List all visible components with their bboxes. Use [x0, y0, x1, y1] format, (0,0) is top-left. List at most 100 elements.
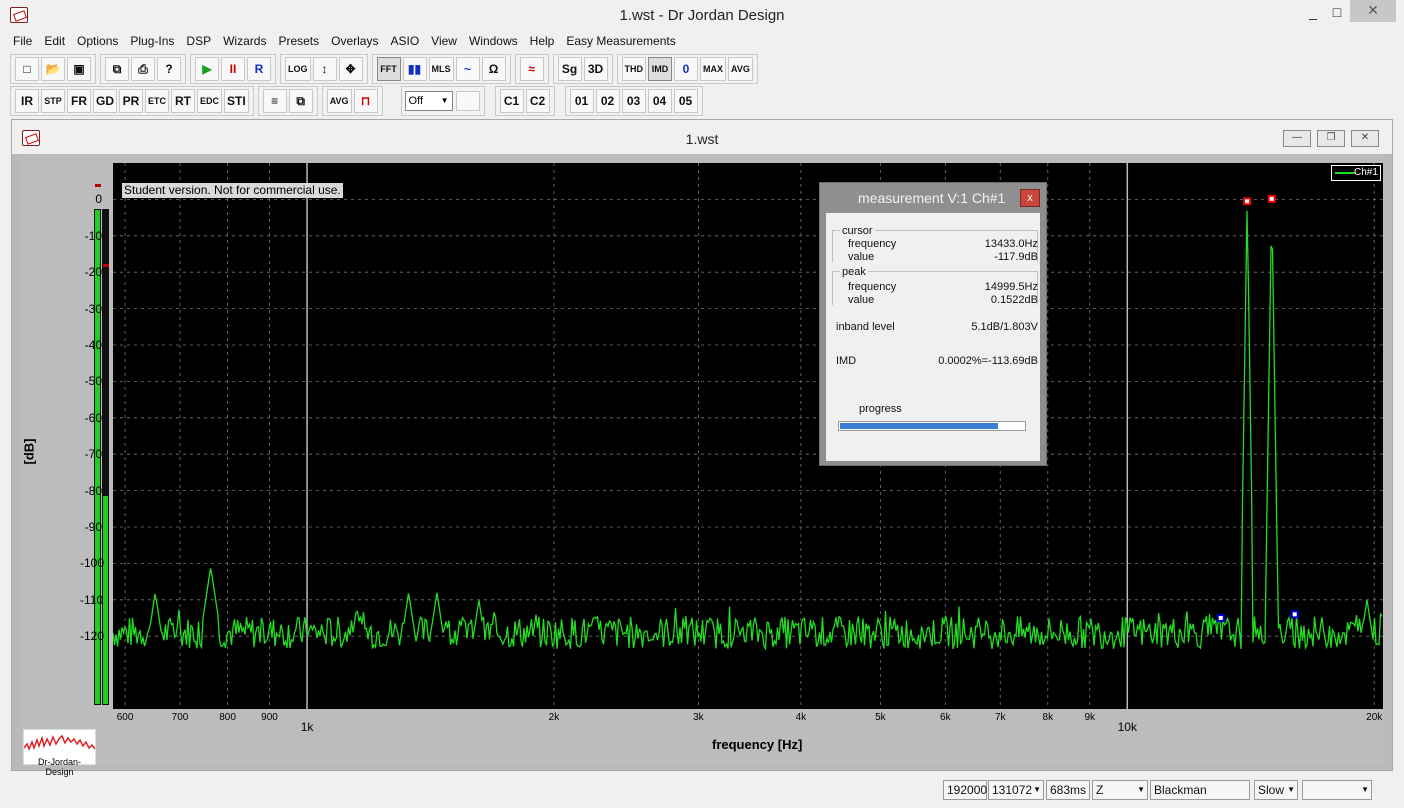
- pulse-icon[interactable]: ⊓: [353, 89, 378, 113]
- document-minimize-button[interactable]: —: [1283, 130, 1311, 147]
- signal-generator-button[interactable]: Sg: [557, 57, 582, 81]
- legend: Ch#1: [1331, 165, 1381, 181]
- cursor-value: -117.9dB: [994, 251, 1038, 263]
- edc-button[interactable]: EDC: [197, 89, 223, 113]
- menu-edit[interactable]: Edit: [38, 32, 71, 52]
- window-title: 1.wst - Dr Jordan Design: [619, 7, 785, 24]
- mode-select[interactable]: Off: [404, 91, 453, 111]
- menu-file[interactable]: File: [7, 32, 38, 52]
- marker-3: [1290, 610, 1299, 619]
- x-tick-label-5: 2k: [548, 712, 560, 723]
- x-tick-label-14: 20k: [1366, 712, 1383, 723]
- weighting-select[interactable]: Z: [1092, 780, 1148, 800]
- menu-wizards[interactable]: Wizards: [217, 32, 272, 52]
- save-icon[interactable]: ▣: [67, 57, 91, 81]
- record-button[interactable]: R: [247, 57, 271, 81]
- logo-wave-icon: [23, 734, 96, 751]
- fr-button[interactable]: FR: [67, 89, 91, 113]
- mls-button[interactable]: MLS: [428, 57, 454, 81]
- dialog-title[interactable]: measurement V:1 Ch#1: [820, 183, 1046, 213]
- overlay-3-button[interactable]: 03: [621, 89, 646, 113]
- overlay-tools: 01 02 03 04 05: [564, 86, 703, 116]
- overlay-5-button[interactable]: 05: [673, 89, 698, 113]
- document-restore-button[interactable]: ❐: [1317, 130, 1345, 147]
- y-tick-label-0: 0: [95, 192, 102, 207]
- channel-1-button[interactable]: C1: [499, 89, 524, 113]
- sample-rate: 192000: [943, 780, 987, 800]
- spectrum-plot[interactable]: Student version. Not for commercial use.…: [112, 163, 1383, 709]
- avg2-button[interactable]: AVG: [326, 89, 352, 113]
- dialog-close-button[interactable]: x: [1020, 189, 1040, 207]
- imd-label: IMD: [836, 355, 857, 367]
- overlay-2-button[interactable]: 02: [595, 89, 620, 113]
- menu-dsp[interactable]: DSP: [180, 32, 217, 52]
- x-tick-label-10: 7k: [994, 712, 1006, 723]
- ir-button[interactable]: IR: [15, 89, 39, 113]
- waveform-icon[interactable]: ~: [455, 57, 480, 81]
- maximize-button[interactable]: □: [1322, 2, 1352, 24]
- peak-hold-indicator: [95, 184, 101, 187]
- avg-button[interactable]: AVG: [728, 57, 753, 81]
- close-button[interactable]: ×: [1350, 0, 1396, 22]
- clipboard-icon[interactable]: ≡: [262, 89, 287, 113]
- menu-windows[interactable]: Windows: [463, 32, 524, 52]
- view-tools: LOG ↕ ✥: [280, 54, 368, 84]
- x-tick-label-3: 900: [261, 712, 278, 723]
- spectrum-bars-icon[interactable]: ▮▮: [402, 57, 427, 81]
- waterfall-icon[interactable]: ≈: [519, 57, 544, 81]
- gd-button[interactable]: GD: [93, 89, 117, 113]
- 3d-button[interactable]: 3D: [583, 57, 608, 81]
- overlay-1-button[interactable]: 01: [569, 89, 594, 113]
- menu-asio[interactable]: ASIO: [384, 32, 425, 52]
- fft-size-select[interactable]: 131072: [988, 780, 1044, 800]
- overlay-4-button[interactable]: 04: [647, 89, 672, 113]
- play-icon[interactable]: ▶: [195, 57, 219, 81]
- extra-select[interactable]: [1302, 780, 1372, 800]
- rt-button[interactable]: RT: [171, 89, 195, 113]
- menu-easy-measurements[interactable]: Easy Measurements: [560, 32, 681, 52]
- response-tools: IR STP FR GD PR ETC RT EDC STI: [10, 86, 254, 116]
- pr-button[interactable]: PR: [119, 89, 143, 113]
- impedance-icon[interactable]: Ω: [481, 57, 506, 81]
- x-tick-label-1: 700: [171, 712, 189, 723]
- spectrum-chart[interactable]: [112, 163, 1383, 709]
- peak-frequency-value: 14999.5Hz: [984, 281, 1038, 293]
- menu-overlays[interactable]: Overlays: [325, 32, 384, 52]
- speed-select[interactable]: Slow: [1254, 780, 1298, 800]
- fft-button[interactable]: FFT: [376, 57, 401, 81]
- imd-value: 0.0002%=-113.69dB: [938, 355, 1038, 367]
- open-folder-icon[interactable]: 📂: [41, 57, 65, 81]
- menu-options[interactable]: Options: [71, 32, 124, 52]
- menu-presets[interactable]: Presets: [272, 32, 325, 52]
- peak-frequency-label: frequency: [848, 281, 897, 293]
- new-file-icon[interactable]: □: [15, 57, 39, 81]
- x-tick-label-4: 1k: [300, 720, 314, 734]
- print-icon[interactable]: ⎙: [131, 57, 155, 81]
- windows-icon[interactable]: ⧉: [288, 89, 313, 113]
- y-tick-label-8: -80: [84, 483, 102, 498]
- marker-2: [1216, 614, 1225, 622]
- menu-plugins[interactable]: Plug-Ins: [124, 32, 180, 52]
- etc-button[interactable]: ETC: [145, 89, 169, 113]
- channel-2-button[interactable]: C2: [525, 89, 550, 113]
- y-tick-label-10: -100: [80, 556, 105, 571]
- inband-level-value: 5.1dB/1.803V: [971, 321, 1038, 333]
- max-button[interactable]: MAX: [700, 57, 726, 81]
- mode-spin-button[interactable]: [455, 91, 480, 111]
- help-icon[interactable]: ?: [157, 57, 181, 81]
- thd-button[interactable]: THD: [621, 57, 646, 81]
- series-ch1-line: [112, 210, 1383, 651]
- zero-button[interactable]: 0: [674, 57, 698, 81]
- vertical-zoom-icon[interactable]: ↕: [312, 57, 337, 81]
- imd-button[interactable]: IMD: [648, 57, 672, 81]
- stp-button[interactable]: STP: [41, 89, 65, 113]
- pause-icon[interactable]: II: [221, 57, 245, 81]
- menu-view[interactable]: View: [425, 32, 463, 52]
- log-button[interactable]: LOG: [285, 57, 311, 81]
- sti-button[interactable]: STI: [224, 89, 249, 113]
- copy-icon[interactable]: ⧉: [105, 57, 129, 81]
- document-close-button[interactable]: ✕: [1351, 130, 1379, 147]
- y-tick-label-2: -20: [84, 265, 102, 280]
- pan-icon[interactable]: ✥: [338, 57, 363, 81]
- menu-help[interactable]: Help: [524, 32, 561, 52]
